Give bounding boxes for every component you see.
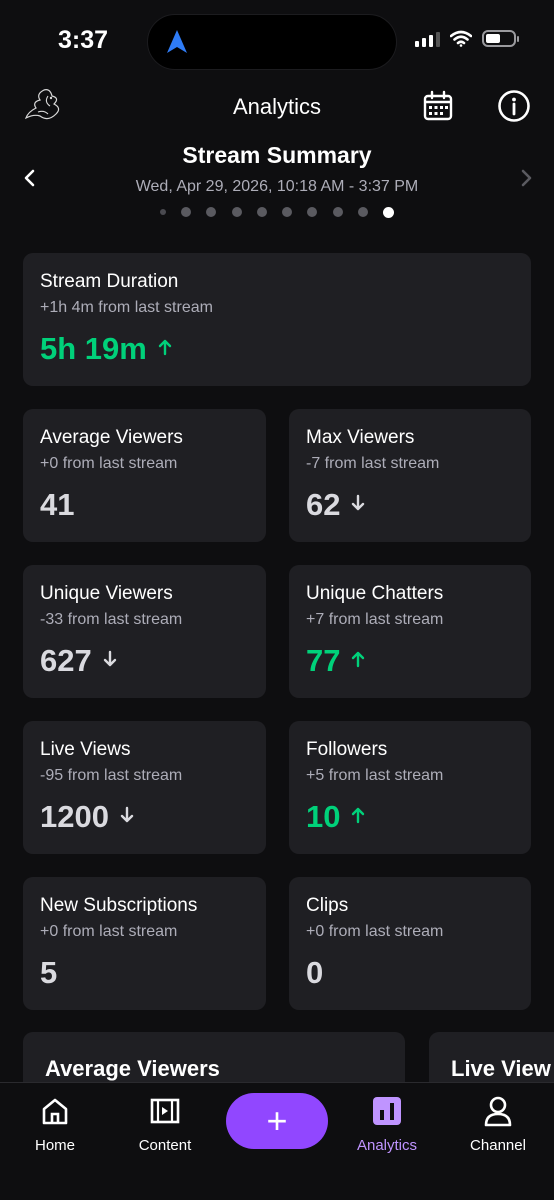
stat-value: 5 bbox=[40, 955, 58, 990]
stat-label: Followers bbox=[306, 739, 388, 760]
stat-card-live-views: Live Views -95 from last stream 1200 bbox=[23, 721, 266, 854]
stat-value-row: 10 bbox=[306, 799, 514, 835]
chart-title: Average Viewers bbox=[45, 1056, 220, 1081]
status-time: 3:37 bbox=[58, 26, 109, 54]
stat-value: 77 bbox=[306, 643, 341, 678]
page-dot[interactable] bbox=[332, 207, 343, 217]
bar-chart-icon bbox=[373, 1097, 401, 1125]
nav-analytics[interactable]: Analytics bbox=[337, 1095, 437, 1154]
summary-title: Stream Summary bbox=[182, 142, 372, 168]
stat-change: -95 from last stream bbox=[40, 767, 183, 784]
nav-analytics-label: Analytics bbox=[356, 1137, 418, 1154]
page-dot[interactable] bbox=[231, 207, 242, 217]
stat-value: 0 bbox=[306, 955, 324, 990]
stat-card-followers: Followers +5 from last stream 10 bbox=[289, 721, 531, 854]
nav-channel[interactable]: Channel bbox=[448, 1095, 548, 1154]
arrow-up-icon bbox=[352, 651, 365, 667]
analytics-screen: 3:37 Analytics Stream Summary Wed, Apr 2… bbox=[0, 0, 554, 1200]
stat-card-new-subscriptions: New Subscriptions +0 from last stream 5 bbox=[23, 877, 266, 1010]
page-dot[interactable] bbox=[256, 207, 267, 217]
stat-card-unique-chatters: Unique Chatters +7 from last stream 77 bbox=[289, 565, 531, 698]
arrow-down-icon bbox=[120, 806, 134, 822]
stat-label: Unique Viewers bbox=[40, 583, 173, 604]
page-dot[interactable] bbox=[307, 207, 318, 217]
stat-value: 627 bbox=[40, 643, 92, 678]
stat-change: +0 from last stream bbox=[40, 455, 178, 472]
page-dot[interactable] bbox=[160, 209, 166, 215]
chart-title: Live View bbox=[451, 1056, 551, 1081]
stat-label: Max Viewers bbox=[306, 427, 415, 448]
arrow-up-icon bbox=[352, 807, 365, 823]
film-icon bbox=[150, 1098, 180, 1124]
battery-icon bbox=[482, 30, 519, 47]
stat-value-row: 5h 19m bbox=[40, 331, 514, 367]
stat-change: +0 from last stream bbox=[306, 923, 444, 940]
stat-label: New Subscriptions bbox=[40, 895, 198, 916]
page-dot[interactable] bbox=[181, 207, 192, 217]
create-button[interactable]: + bbox=[226, 1093, 328, 1149]
arrow-up-icon bbox=[158, 339, 172, 355]
nav-channel-label: Channel bbox=[470, 1137, 526, 1154]
stat-value: 5h 19m bbox=[40, 331, 147, 366]
nav-home-label: Home bbox=[34, 1137, 75, 1154]
nav-home[interactable]: Home bbox=[5, 1095, 105, 1154]
stat-value: 62 bbox=[306, 487, 341, 522]
stat-value-row: 1200 bbox=[40, 799, 249, 835]
stat-value-row: 62 bbox=[306, 487, 514, 523]
arrow-down-icon bbox=[103, 650, 116, 666]
dynamic-island bbox=[147, 14, 397, 70]
home-icon bbox=[42, 1098, 68, 1125]
stat-change: -7 from last stream bbox=[306, 455, 440, 472]
status-icons bbox=[415, 30, 519, 47]
stat-value: 41 bbox=[40, 487, 75, 522]
stat-label: Clips bbox=[306, 895, 349, 916]
page-title: Analytics bbox=[232, 94, 322, 119]
stat-change: +7 from last stream bbox=[306, 611, 444, 628]
stat-card-average-viewers: Average Viewers +0 from last stream 41 bbox=[23, 409, 266, 542]
stat-value-row: 77 bbox=[306, 643, 514, 679]
stat-value: 10 bbox=[306, 799, 341, 834]
stat-value-row: 5 bbox=[40, 955, 249, 991]
person-icon bbox=[484, 1096, 512, 1127]
wifi-icon bbox=[450, 30, 472, 47]
stat-change: +5 from last stream bbox=[306, 767, 444, 784]
nav-content-label: Content bbox=[138, 1137, 192, 1154]
page-dot[interactable] bbox=[357, 207, 368, 217]
stat-change: -33 from last stream bbox=[40, 611, 183, 628]
stat-label: Unique Chatters bbox=[306, 583, 444, 604]
stat-card-unique-viewers: Unique Viewers -33 from last stream 627 bbox=[23, 565, 266, 698]
page-dot[interactable] bbox=[382, 206, 394, 218]
stat-label: Stream Duration bbox=[40, 271, 179, 292]
page-indicator[interactable] bbox=[160, 205, 394, 219]
calendar-icon[interactable] bbox=[422, 90, 454, 122]
stat-value-row: 627 bbox=[40, 643, 249, 679]
chevron-right-icon[interactable] bbox=[516, 166, 536, 190]
stat-change: +1h 4m from last stream bbox=[40, 299, 213, 316]
page-dot[interactable] bbox=[206, 207, 217, 217]
cellular-signal-icon bbox=[415, 31, 440, 47]
stat-change: +0 from last stream bbox=[40, 923, 178, 940]
stat-value-row: 41 bbox=[40, 487, 249, 523]
stat-value-row: 0 bbox=[306, 955, 514, 991]
stat-label: Average Viewers bbox=[40, 427, 183, 448]
info-icon[interactable] bbox=[497, 89, 531, 123]
bottom-nav: Home Content + Analytics Channel bbox=[0, 1082, 554, 1200]
page-dot[interactable] bbox=[282, 207, 293, 217]
navigation-arrow-icon bbox=[167, 30, 187, 53]
arrow-down-icon bbox=[352, 494, 365, 510]
nav-content[interactable]: Content bbox=[115, 1095, 215, 1154]
summary-date: Wed, Apr 29, 2026, 10:18 AM - 3:37 PM bbox=[135, 178, 419, 195]
stat-label: Live Views bbox=[40, 739, 131, 760]
stat-card-max-viewers: Max Viewers -7 from last stream 62 bbox=[289, 409, 531, 542]
battery-fill bbox=[486, 34, 501, 43]
stat-value: 1200 bbox=[40, 799, 109, 834]
stat-card-stream-duration: Stream Duration +1h 4m from last stream … bbox=[23, 253, 531, 386]
stat-card-clips: Clips +0 from last stream 0 bbox=[289, 877, 531, 1010]
